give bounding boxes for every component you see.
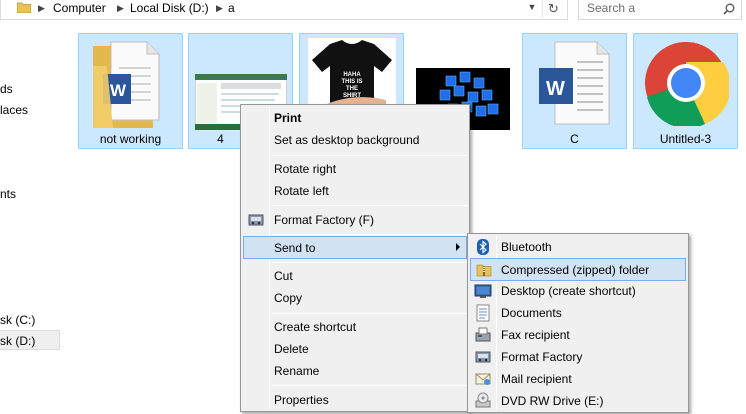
context-menu: Print Set as desktop background Rotate r… (240, 104, 470, 412)
format-factory-icon (248, 214, 264, 226)
search-icon[interactable] (723, 3, 735, 15)
nav-item-local-disk-c[interactable]: sk (C:) (0, 313, 35, 327)
menu-item-label: Properties (274, 393, 329, 407)
mail-icon (475, 373, 491, 385)
menu-item-label: Documents (501, 306, 562, 320)
chrome-icon (645, 42, 729, 126)
nav-item-documents[interactable]: nts (0, 187, 16, 201)
folder-icon (17, 2, 31, 13)
menu-item-label: Desktop (create shortcut) (501, 284, 636, 298)
menu-separator (272, 155, 467, 156)
thumbnail-untitled-3[interactable]: Untitled-3 (633, 33, 738, 149)
menu-item-rotate-right[interactable]: Rotate right (243, 158, 467, 180)
desktop-icon (474, 284, 492, 298)
format-factory-icon (475, 351, 491, 363)
fax-icon (475, 327, 491, 342)
menu-item-label: Mail recipient (501, 372, 572, 386)
nav-item-local-disk-d[interactable]: sk (D:) (0, 334, 35, 348)
menu-item-create-shortcut[interactable]: Create shortcut (243, 316, 467, 338)
menu-item-label: Delete (274, 342, 309, 356)
zip-folder-icon (476, 264, 492, 277)
menu-item-label: Rotate left (274, 184, 329, 198)
sendto-item-mail[interactable]: Mail recipient (470, 368, 686, 390)
svg-text:W: W (546, 78, 565, 100)
menu-item-label: Format Factory (F) (274, 213, 375, 227)
sendto-item-bluetooth[interactable]: Bluetooth (470, 236, 686, 258)
chevron-right-icon[interactable]: ▶ (117, 3, 124, 14)
chevron-right-icon[interactable]: ▶ (38, 3, 45, 14)
menu-separator (272, 313, 467, 314)
menu-item-label: Print (274, 111, 302, 125)
menu-item-print[interactable]: Print (243, 107, 467, 129)
sendto-item-fax[interactable]: Fax recipient (470, 324, 686, 346)
menu-item-label: Copy (274, 291, 303, 305)
menu-item-label: Set as desktop background (274, 133, 420, 147)
sendto-item-documents[interactable]: Documents (470, 302, 686, 324)
svg-text:THIS IS: THIS IS (341, 79, 362, 85)
word-document-icon: W (539, 41, 610, 125)
menu-item-send-to[interactable]: Send to (243, 236, 467, 259)
search-input[interactable]: Search a (587, 1, 635, 15)
menu-item-label: Create shortcut (274, 320, 357, 334)
sendto-item-dvd-drive[interactable]: DVD RW Drive (E:) (470, 390, 686, 412)
menu-item-label: Send to (274, 241, 316, 255)
menu-separator (272, 385, 467, 386)
svg-text:THE: THE (346, 86, 358, 92)
menu-item-set-desktop-background[interactable]: Set as desktop background (243, 129, 467, 151)
menu-item-rename[interactable]: Rename (243, 360, 467, 382)
menu-item-properties[interactable]: Properties (243, 389, 467, 411)
menu-item-label: Fax recipient (501, 328, 570, 342)
menu-item-cut[interactable]: Cut (243, 265, 467, 287)
nav-item-recent-places[interactable]: laces (0, 103, 28, 117)
chevron-down-icon[interactable]: ▼ (525, 2, 539, 16)
nav-item-downloads[interactable]: ds (0, 82, 13, 96)
documents-icon (476, 304, 490, 322)
sendto-item-desktop[interactable]: Desktop (create shortcut) (470, 280, 686, 302)
search-box[interactable]: Search a (578, 0, 742, 20)
folder-icon: W (93, 41, 160, 128)
menu-separator (272, 205, 467, 206)
refresh-icon[interactable]: ↻ (542, 0, 564, 18)
thumbnail-c[interactable]: W C (522, 33, 627, 149)
menu-item-label: Format Factory (501, 350, 583, 364)
breadcrumb-computer[interactable]: Computer (53, 1, 106, 15)
breadcrumb-local-disk-d[interactable]: Local Disk (D:) (130, 1, 209, 15)
explorer-window: ▶ Computer ▶ Local Disk (D:) ▶ a ▼ ↻ Sea… (0, 0, 746, 414)
menu-item-format-factory-f[interactable]: Format Factory (F) (243, 209, 467, 231)
menu-item-label: Rotate right (274, 162, 337, 176)
svg-text:W: W (110, 81, 127, 100)
svg-text:HAHA: HAHA (343, 72, 361, 78)
menu-separator (272, 262, 467, 263)
menu-item-delete[interactable]: Delete (243, 338, 467, 360)
chevron-right-icon[interactable]: ▶ (216, 3, 223, 14)
sendto-item-format-factory[interactable]: Format Factory (470, 346, 686, 368)
breadcrumb-a[interactable]: a (228, 1, 235, 15)
bluetooth-icon (477, 239, 489, 255)
sendto-item-compressed-folder[interactable]: Compressed (zipped) folder (470, 258, 686, 281)
menu-item-rotate-left[interactable]: Rotate left (243, 180, 467, 202)
menu-item-label: Bluetooth (501, 240, 552, 254)
menu-item-label: Compressed (zipped) folder (501, 263, 650, 277)
thumbnail-caption: C (570, 132, 579, 146)
menu-item-label: DVD RW Drive (E:) (501, 394, 604, 408)
menu-separator (272, 234, 467, 235)
send-to-submenu: Bluetooth Compressed (zipped) folder Des… (467, 233, 689, 413)
thumbnail-caption: Untitled-3 (659, 132, 712, 146)
address-bar[interactable]: ▶ Computer ▶ Local Disk (D:) ▶ a ▼ ↻ (0, 0, 568, 20)
menu-item-label: Rename (274, 364, 320, 378)
menu-item-copy[interactable]: Copy (243, 287, 467, 309)
dvd-drive-icon (475, 392, 491, 408)
submenu-arrow-icon (456, 243, 460, 251)
menu-item-label: Cut (274, 269, 293, 283)
